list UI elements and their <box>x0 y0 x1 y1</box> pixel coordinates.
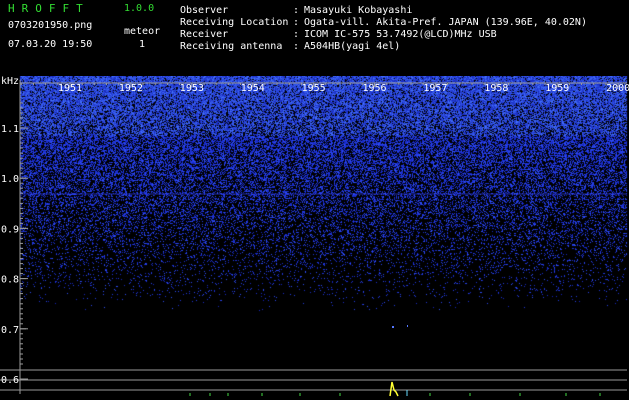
y-tick-label: 1.0 <box>1 174 19 185</box>
app-version: 1.0.0 <box>124 3 155 14</box>
file-name: 0703201950.png <box>8 20 93 31</box>
observer-value: Masayuki Kobayashi <box>304 5 413 16</box>
x-tick-label: 2000 <box>606 83 629 94</box>
noise-image <box>0 76 629 400</box>
meteor-count: 1 <box>139 39 146 50</box>
antenna-label: Receiving antenna <box>180 41 283 52</box>
antenna-value: A504HB(yagi 4el) <box>304 41 401 52</box>
receiver-value: ICOM IC-575 53.7492(@LCD)MHz USB <box>304 29 497 40</box>
x-tick-label: 1958 <box>484 83 508 94</box>
location-colon: : <box>293 17 300 28</box>
noise-field <box>0 76 629 400</box>
observer-label: Observer <box>180 5 229 16</box>
x-tick-label: 1954 <box>241 83 265 94</box>
y-tick-label: 0.6 <box>1 375 19 386</box>
x-tick-label: 1955 <box>302 83 326 94</box>
spectrogram-plot: kHz 1951 1952 1953 1954 1955 1956 1957 1958 1959… <box>0 76 629 400</box>
receiver-label: Receiver <box>180 29 229 40</box>
x-tick-label: 1959 <box>545 83 569 94</box>
meteor-echo-faint <box>407 325 408 327</box>
header-panel: HROFFT 1.0.0 0703201950.png meteor 07.03… <box>0 0 629 76</box>
receiver-colon: : <box>293 29 300 40</box>
timestamp: 07.03.20 19:50 <box>8 39 93 50</box>
y-unit-label: kHz <box>1 76 19 87</box>
location-value: Ogata-vill. Akita-Pref. JAPAN (139.96E, … <box>304 17 587 28</box>
app-title: HROFFT <box>8 2 90 15</box>
x-tick-label: 1952 <box>119 83 143 94</box>
x-tick-label: 1951 <box>58 83 82 94</box>
location-label: Receiving Location <box>180 17 289 28</box>
x-tick-label: 1956 <box>363 83 387 94</box>
y-tick-label: 0.9 <box>1 224 19 235</box>
y-tick-label: 1.1 <box>1 124 19 135</box>
y-tick-label: 0.8 <box>1 275 19 286</box>
meteor-label: meteor <box>124 26 161 37</box>
antenna-colon: : <box>293 41 300 52</box>
y-tick-label: 0.7 <box>1 325 19 336</box>
x-tick-label: 1957 <box>423 83 447 94</box>
meteor-echo <box>392 326 394 328</box>
observer-colon: : <box>293 5 300 16</box>
x-tick-label: 1953 <box>180 83 204 94</box>
